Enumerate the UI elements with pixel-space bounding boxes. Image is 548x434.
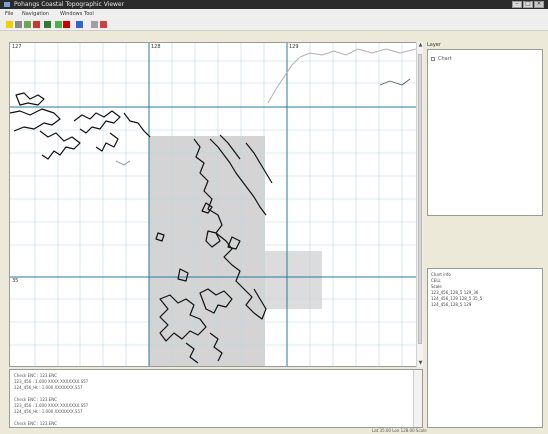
title-bar: Pohangs Coastal Topographic Viewer – □ × [0,0,548,9]
tree-expand-icon[interactable] [431,57,435,61]
tree-item-chart[interactable]: Chart [438,56,452,62]
log-line: 124_456_Ht : 1.000 XXXXXXX.S57 [14,409,83,414]
log-line: Check ENC : 123.ENC [14,373,57,378]
property-line: 123_456_128_5 129_36 [431,290,479,295]
layer-tree: Chart [427,49,543,216]
close-icon: × [536,0,542,7]
tool-stop-button[interactable] [63,21,70,28]
scroll-down-icon[interactable]: ▼ [417,360,424,367]
tool-yellow-button[interactable] [6,21,13,28]
tool-green-button[interactable] [24,21,31,28]
close-button[interactable]: × [534,0,544,8]
grid-label-top-middle: 128 [150,44,162,50]
properties-panel: Chart info CELL Scale 123_456_128_5 129_… [427,268,543,428]
log-line: 123_456 : 1.000 XXXX XXXXXXX.S57 [14,379,89,384]
maximize-button[interactable]: □ [523,0,533,8]
map-scrollbar[interactable]: ▲ ▼ [416,42,423,367]
grid-label-top-left: 127 [11,44,23,50]
map-view[interactable]: 127 128 129 35 [9,42,417,367]
property-line: 124_456_129 128_5 35_5 [431,296,483,301]
menu-bar: File Navigation Windows Tool [0,9,548,19]
app-icon [4,2,10,7]
layer-panel-title: Layer [427,42,441,48]
tool-pan-button[interactable] [15,21,22,28]
log-line: Check ENC : 123.ENC [14,397,57,402]
tool-red-button[interactable] [33,21,40,28]
coverage-area-small [265,251,322,309]
tool-green-2-button[interactable] [55,21,62,28]
property-line: Scale [431,284,442,289]
menu-file[interactable]: File [5,9,13,19]
log-scrollbar[interactable] [413,370,422,427]
maximize-icon: □ [525,0,531,7]
tool-dark-green-button[interactable] [44,21,51,28]
map-canvas [10,43,416,366]
tool-gray-button[interactable] [91,21,98,28]
menu-windows[interactable]: Windows [60,9,82,19]
land-boundary [267,48,416,104]
land-feature [379,78,411,86]
small-feature [115,160,131,166]
tool-red-2-button[interactable] [100,21,107,28]
grid-label-top-right: 129 [288,44,300,50]
minimize-button[interactable]: – [512,0,522,8]
scroll-up-icon[interactable]: ▲ [417,42,424,49]
property-line: 124_456_128_5 129 [431,302,472,307]
status-bar: Lat 35.00 Lon 128.00 Scale [0,428,548,434]
coverage-area [149,136,265,366]
property-line: CELL [431,278,441,283]
window-title: Pohangs Coastal Topographic Viewer [14,1,125,8]
grid-label-left-lower: 35 [11,278,20,284]
log-line: 123_456 : 1.000 XXXX XXXXXXX.S57 [14,403,89,408]
minimize-icon: – [515,0,519,7]
menu-navigation[interactable]: Navigation [22,9,49,19]
app-window: Pohangs Coastal Topographic Viewer – □ ×… [0,0,548,434]
log-line: 124_456_Ht : 1.000 XXXXXXX.S57 [14,385,83,390]
tool-blue-button[interactable] [76,21,83,28]
log-panel: Check ENC : 123.ENC 123_456 : 1.000 XXXX… [9,369,423,428]
status-text: Lat 35.00 Lon 128.00 Scale [372,428,427,433]
property-line: Chart info [431,272,451,277]
toolbar [0,19,548,31]
log-line: Check ENC : 123.ENC [14,421,57,426]
menu-tool[interactable]: Tool [84,9,94,19]
scroll-thumb[interactable] [418,54,422,344]
